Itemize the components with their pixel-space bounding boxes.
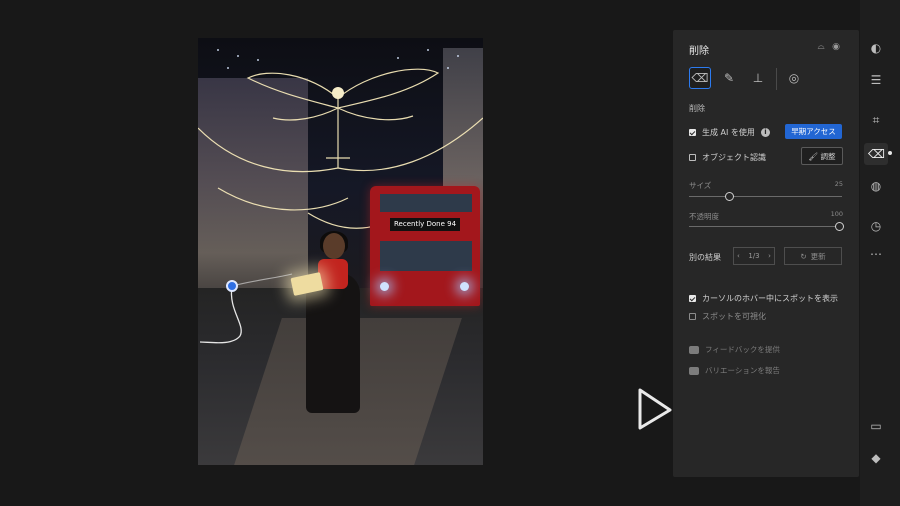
eraser-tool-button[interactable]: ⌫ — [689, 67, 711, 89]
opacity-slider-track[interactable] — [689, 226, 842, 227]
alt-results-label: 別の結果 — [689, 253, 721, 262]
gen-ai-checkbox[interactable] — [689, 129, 696, 136]
speech-bubble-icon — [689, 345, 699, 354]
early-access-badge[interactable]: 早期アクセス — [785, 124, 842, 139]
opacity-value: 100 — [830, 210, 843, 218]
panel-title: 削除 — [689, 46, 709, 57]
chevron-left-icon[interactable]: ‹ — [734, 252, 743, 260]
opacity-slider-thumb[interactable] — [835, 222, 844, 231]
more-icon[interactable]: ⋯ — [868, 246, 884, 262]
visualize-spot-row[interactable]: スポットを可視化 — [689, 311, 766, 322]
object-detect-row[interactable]: オブジェクト認識 — [689, 152, 766, 163]
eye-dropper-icon: ◎ — [788, 71, 800, 85]
brush-cursor-dot — [226, 280, 238, 292]
report-label: バリエーションを報告 — [705, 366, 780, 375]
gen-ai-label: 生成 AI を使用 — [702, 128, 755, 137]
eye-icon[interactable]: ◉ — [830, 42, 842, 52]
visualize-spot-label: スポットを可視化 — [702, 312, 766, 321]
eraser-icon[interactable]: ⌫ — [868, 146, 885, 162]
eye-slash-icon[interactable]: ⌓ — [815, 42, 827, 52]
pointer-cursor-icon — [638, 388, 672, 430]
size-value: 25 — [834, 180, 843, 188]
remove-panel: 削除 ⌓ ◉ ⌫ ✎ ⊥ ◎ 削除 生成 AI を使用 i 早期アクセス オブジ… — [673, 30, 859, 477]
opacity-label: 不透明度 — [689, 212, 719, 221]
tool-divider — [776, 68, 777, 90]
adjust-label: 調整 — [820, 152, 836, 161]
layers-icon[interactable]: ◐ — [868, 40, 884, 56]
results-pager[interactable]: ‹ 1/3 › — [733, 247, 775, 265]
feedback-label: フィードバックを提供 — [705, 345, 780, 354]
show-spot-row[interactable]: カーソルのホバー中にスポットを表示 — [689, 293, 838, 304]
size-slider-thumb[interactable] — [725, 192, 734, 201]
eraser-icon: ⌫ — [691, 71, 709, 85]
right-tool-rail: ◐ ☰ ⌗ ⌫ ◍ ◷ ⋯ ▭ ◆ — [860, 0, 900, 506]
chevron-right-icon[interactable]: › — [765, 252, 774, 260]
brush-icon: 🖌 — [808, 152, 819, 161]
info-icon[interactable]: i — [760, 128, 770, 137]
refresh-icon: ↻ — [800, 251, 807, 261]
size-label: サイズ — [689, 181, 712, 190]
sliders-icon[interactable]: ☰ — [868, 72, 884, 88]
section-label: 削除 — [689, 104, 705, 113]
feedback-link[interactable]: フィードバックを提供 — [689, 344, 780, 355]
pager-value: 1/3 — [748, 252, 760, 260]
stamp-icon: ⊥ — [752, 71, 764, 85]
crop-icon[interactable]: ⌗ — [868, 112, 884, 128]
object-detect-checkbox[interactable] — [689, 154, 696, 161]
photo-image[interactable]: Recently Done 94 — [198, 38, 483, 465]
flag-icon — [689, 366, 699, 375]
report-link[interactable]: バリエーションを報告 — [689, 365, 780, 376]
gen-ai-row[interactable]: 生成 AI を使用 i — [689, 127, 770, 138]
heal-tool-button[interactable]: ✎ — [718, 67, 740, 89]
clone-tool-button[interactable]: ⊥ — [747, 67, 769, 89]
refresh-button[interactable]: ↻ 更新 — [784, 247, 842, 265]
show-spot-label: カーソルのホバー中にスポットを表示 — [702, 294, 838, 303]
show-spot-checkbox[interactable] — [689, 295, 696, 302]
red-eye-tool-button[interactable]: ◎ — [783, 67, 805, 89]
brush-stroke-path — [199, 273, 293, 344]
tag-icon[interactable]: ◆ — [868, 450, 884, 466]
bandage-icon: ✎ — [723, 71, 735, 85]
rail-active-marker — [888, 151, 892, 155]
visualize-spot-checkbox[interactable] — [689, 313, 696, 320]
size-slider-track[interactable] — [689, 196, 842, 197]
adjust-button[interactable]: 🖌 調整 — [801, 147, 843, 165]
grain-icon[interactable]: ◍ — [868, 178, 884, 194]
history-icon[interactable]: ◷ — [868, 218, 884, 234]
comment-icon[interactable]: ▭ — [868, 418, 884, 434]
photo-person — [290, 231, 368, 418]
object-detect-label: オブジェクト認識 — [702, 153, 766, 162]
bus-destination-sign: Recently Done 94 — [390, 218, 460, 231]
photo-red-bus: Recently Done 94 — [370, 186, 480, 306]
refresh-label: 更新 — [810, 251, 826, 261]
